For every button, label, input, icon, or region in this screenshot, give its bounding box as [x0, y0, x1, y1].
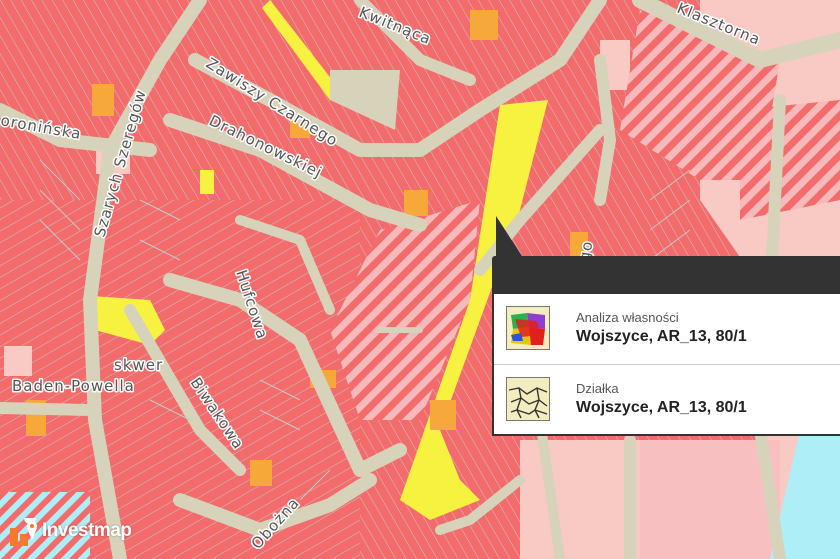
- investmap-logo-icon: [10, 518, 37, 546]
- orange-parcel: [430, 400, 456, 430]
- place-label-baden-powella: Baden-Powella: [12, 377, 135, 395]
- popup-item-ownership-analysis[interactable]: Analiza własności Wojszyce, AR_13, 80/1: [494, 294, 840, 365]
- popup-header: [492, 256, 840, 294]
- popup-item-value: Wojszyce, AR_13, 80/1: [576, 399, 747, 416]
- hatched-zone: [740, 100, 840, 220]
- yellow-parcel: [200, 170, 214, 194]
- popup-item-kind: Działka: [576, 381, 619, 396]
- popup-item-value: Wojszyce, AR_13, 80/1: [576, 328, 747, 345]
- map-viewport[interactable]: Kwitnąca Klasztorna Zawiszy Czarnego Dra…: [0, 0, 840, 559]
- popup-item-kind: Analiza własności: [576, 310, 679, 325]
- orange-parcel: [470, 10, 498, 40]
- light-zone: [520, 440, 640, 559]
- place-label-skwer: skwer: [114, 356, 163, 374]
- parcel-icon: [506, 377, 550, 421]
- orange-parcel: [404, 190, 428, 216]
- orange-parcel: [250, 460, 272, 486]
- light-parcel: [4, 346, 32, 376]
- orange-parcel: [92, 84, 114, 116]
- popup-pointer: [496, 216, 522, 256]
- ownership-analysis-icon: [506, 306, 550, 350]
- info-popup: Analiza własności Wojszyce, AR_13, 80/1 …: [492, 216, 840, 442]
- logo-text: Investmap: [42, 520, 132, 541]
- popup-body: Analiza własności Wojszyce, AR_13, 80/1 …: [492, 294, 840, 436]
- popup-item-parcel[interactable]: Działka Wojszyce, AR_13, 80/1: [494, 365, 840, 435]
